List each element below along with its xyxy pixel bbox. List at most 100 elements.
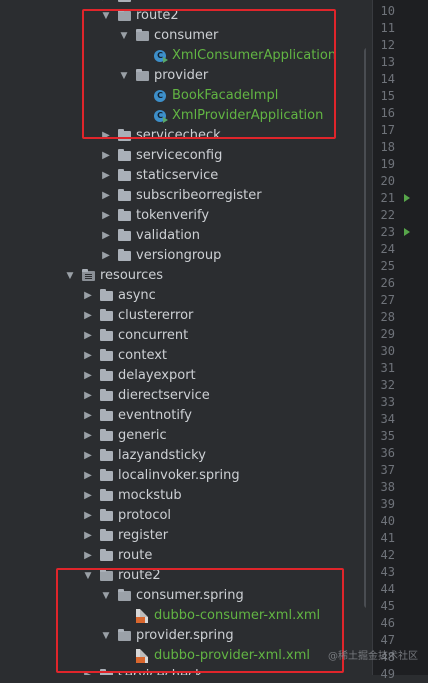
tree-row[interactable]: ▼ route2 bbox=[0, 6, 366, 26]
tree-row-label: lazyandsticky bbox=[118, 448, 206, 463]
tree-row[interactable]: ▼ consumer.spring bbox=[0, 586, 366, 606]
tree-row-label: versiongroup bbox=[136, 248, 222, 263]
tree-row[interactable]: ▶ mockstub bbox=[0, 486, 366, 506]
scrollbar[interactable] bbox=[364, 48, 366, 608]
tree-row[interactable]: ▶ delayexport bbox=[0, 366, 366, 386]
line-number: 40 bbox=[380, 514, 395, 528]
tree-row[interactable]: ▶ localinvoker.spring bbox=[0, 466, 366, 486]
tree-row[interactable]: ▼ provider.spring bbox=[0, 626, 366, 646]
line-number: 36 bbox=[380, 446, 395, 460]
tree-row[interactable]: ▶ dierectservice bbox=[0, 386, 366, 406]
chevron-right-icon[interactable]: ▶ bbox=[82, 346, 94, 366]
chevron-right-icon[interactable]: ▶ bbox=[82, 546, 94, 566]
tree-row[interactable]: ▶ staticservice bbox=[0, 166, 366, 186]
tree-row-label: serviceconfig bbox=[136, 148, 223, 163]
chevron-right-icon[interactable]: ▶ bbox=[100, 226, 112, 246]
tree-row[interactable]: XmlConsumerApplication bbox=[0, 46, 366, 66]
line-number: 44 bbox=[380, 582, 395, 596]
folder-icon bbox=[118, 129, 131, 141]
tree-row[interactable]: ▶ lazyandsticky bbox=[0, 446, 366, 466]
chevron-down-icon[interactable]: ▼ bbox=[118, 66, 130, 86]
tree-row[interactable]: ▶ async bbox=[0, 286, 366, 306]
tree-row[interactable]: ▶ clustererror bbox=[0, 306, 366, 326]
tree-row[interactable]: ▶ context bbox=[0, 346, 366, 366]
line-number: 28 bbox=[380, 310, 395, 324]
chevron-right-icon[interactable]: ▶ bbox=[82, 506, 94, 526]
tree-row-label: localinvoker.spring bbox=[118, 468, 240, 483]
line-number: 30 bbox=[380, 344, 395, 358]
run-gutter-icon[interactable] bbox=[404, 194, 410, 202]
chevron-down-icon[interactable]: ▼ bbox=[64, 266, 76, 286]
tree-row[interactable]: BookFacadeImpl bbox=[0, 86, 366, 106]
chevron-down-icon[interactable]: ▼ bbox=[82, 566, 94, 586]
tree-row[interactable]: ▶ tokenverify bbox=[0, 206, 366, 226]
chevron-right-icon[interactable]: ▶ bbox=[82, 486, 94, 506]
tree-row[interactable]: ▶ register bbox=[0, 526, 366, 546]
line-number: 32 bbox=[380, 378, 395, 392]
tree-row[interactable]: ▶ eventnotify bbox=[0, 406, 366, 426]
tree-row[interactable]: ▼ consumer bbox=[0, 26, 366, 46]
folder-icon bbox=[100, 429, 113, 441]
chevron-right-icon[interactable]: ▶ bbox=[82, 666, 94, 675]
line-number: 43 bbox=[380, 565, 395, 579]
chevron-right-icon[interactable]: ▶ bbox=[82, 466, 94, 486]
tree-row[interactable]: dubbo-provider-xml.xml bbox=[0, 646, 366, 666]
tree-row[interactable]: ▶ route bbox=[0, 546, 366, 566]
chevron-right-icon[interactable]: ▶ bbox=[100, 246, 112, 266]
java-runnable-class-icon bbox=[154, 110, 168, 123]
chevron-right-icon[interactable]: ▶ bbox=[100, 186, 112, 206]
folder-open-icon bbox=[100, 569, 113, 581]
chevron-right-icon[interactable]: ▶ bbox=[82, 526, 94, 546]
tree-row[interactable]: ▶ validation bbox=[0, 226, 366, 246]
folder-icon bbox=[100, 509, 113, 521]
chevron-right-icon[interactable]: ▶ bbox=[82, 386, 94, 406]
folder-open-icon bbox=[118, 9, 131, 21]
tree-row[interactable]: ▼ resources bbox=[0, 266, 366, 286]
tree-row[interactable]: ▼ route2 bbox=[0, 566, 366, 586]
tree-row[interactable]: ▶ servicecheck bbox=[0, 126, 366, 146]
line-number: 13 bbox=[380, 55, 395, 69]
chevron-down-icon[interactable]: ▼ bbox=[100, 586, 112, 606]
tree-row-label: validation bbox=[136, 228, 201, 243]
folder-icon bbox=[100, 449, 113, 461]
chevron-right-icon[interactable]: ▶ bbox=[82, 366, 94, 386]
tree-row-label: resources bbox=[100, 268, 164, 283]
tree-row-label: route2 bbox=[136, 8, 179, 23]
chevron-right-icon[interactable]: ▶ bbox=[82, 406, 94, 426]
line-number: 24 bbox=[380, 242, 395, 256]
tree-row[interactable]: ▶ versiongroup bbox=[0, 246, 366, 266]
tree-row[interactable]: ▶ generic bbox=[0, 426, 366, 446]
chevron-right-icon[interactable]: ▶ bbox=[82, 306, 94, 326]
tree-row[interactable]: ▶ servicecheck bbox=[0, 666, 366, 675]
tree-row-label: BookFacadeImpl bbox=[172, 88, 279, 103]
tree-row[interactable]: dubbo-consumer-xml.xml bbox=[0, 606, 366, 626]
line-number: 16 bbox=[380, 106, 395, 120]
tree-row[interactable]: ▶ concurrent bbox=[0, 326, 366, 346]
run-gutter-icon[interactable] bbox=[404, 228, 410, 236]
tree-row-label: delayexport bbox=[118, 368, 196, 383]
chevron-right-icon[interactable]: ▶ bbox=[82, 426, 94, 446]
tree-row[interactable]: ▶ protocol bbox=[0, 506, 366, 526]
tree-row-label: mockstub bbox=[118, 488, 182, 503]
line-number: 45 bbox=[380, 599, 395, 613]
chevron-down-icon[interactable]: ▼ bbox=[100, 626, 112, 646]
tree-row[interactable]: ▼ provider bbox=[0, 66, 366, 86]
line-number: 20 bbox=[380, 174, 395, 188]
chevron-right-icon[interactable]: ▶ bbox=[100, 146, 112, 166]
chevron-right-icon[interactable]: ▶ bbox=[100, 126, 112, 146]
tree-row[interactable]: ▶ serviceconfig bbox=[0, 146, 366, 166]
tree-row[interactable]: ▶ subscribeorregister bbox=[0, 186, 366, 206]
chevron-right-icon[interactable]: ▶ bbox=[82, 326, 94, 346]
tree-row[interactable]: XmlProviderApplication bbox=[0, 106, 366, 126]
chevron-down-icon[interactable]: ▼ bbox=[100, 6, 112, 26]
xml-file-icon bbox=[136, 649, 148, 663]
chevron-right-icon[interactable]: ▶ bbox=[100, 206, 112, 226]
line-number: 10 bbox=[380, 4, 395, 18]
chevron-right-icon[interactable]: ▶ bbox=[82, 286, 94, 306]
chevron-right-icon[interactable]: ▶ bbox=[82, 446, 94, 466]
watermark: @稀土掘金技术社区 bbox=[328, 651, 418, 662]
tree-row-label: provider.spring bbox=[136, 628, 234, 643]
chevron-right-icon[interactable]: ▶ bbox=[100, 166, 112, 186]
folder-icon bbox=[118, 149, 131, 161]
chevron-down-icon[interactable]: ▼ bbox=[118, 26, 130, 46]
